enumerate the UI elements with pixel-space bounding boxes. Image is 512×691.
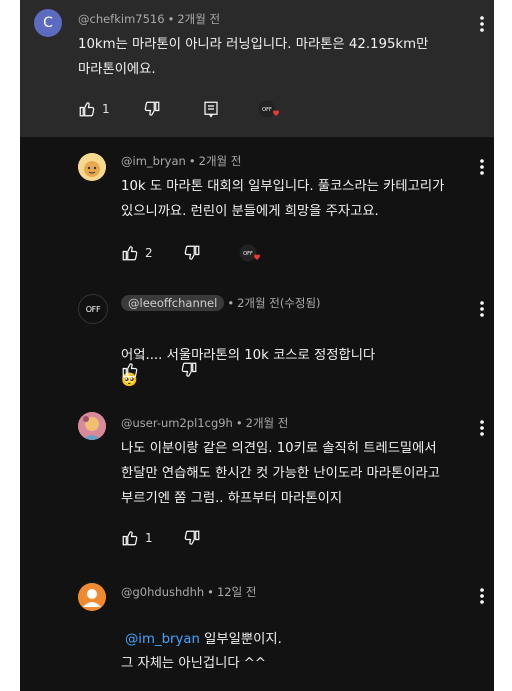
like-count: 1: [102, 102, 110, 116]
thumbs-down-icon: [144, 101, 159, 116]
avatar[interactable]: OFF: [78, 294, 108, 324]
meta-separator: •: [188, 154, 196, 168]
avatar[interactable]: [78, 153, 106, 181]
author-name[interactable]: @g0hdushdhh: [121, 585, 204, 599]
dislike-button[interactable]: [183, 244, 201, 262]
meta-separator: •: [227, 296, 235, 310]
avatar[interactable]: [78, 583, 106, 611]
more-options-button[interactable]: [475, 418, 489, 438]
thumbs-up-icon: [122, 246, 138, 261]
action-bar: 1 OFF: [78, 99, 280, 119]
meta-separator: •: [207, 585, 214, 599]
dislike-button[interactable]: [180, 361, 198, 379]
creator-heart-icon: OFF: [239, 244, 260, 262]
dislike-button[interactable]: [143, 100, 161, 118]
creator-heart-badge: OFF: [258, 100, 280, 118]
reply-comment-icon: [204, 101, 218, 118]
more-vert-icon: [480, 588, 484, 604]
thumbs-down-icon: [184, 530, 199, 545]
more-options-button[interactable]: [475, 299, 489, 319]
comment-meta: @im_bryan • 2개월 전: [121, 153, 241, 169]
comment-line-1: 일부일뿐이지.: [199, 632, 282, 647]
channel-owner-badge[interactable]: @leeoffchannel: [121, 295, 225, 311]
action-bar: 2 OFF: [121, 243, 261, 263]
thumbs-down-icon: [184, 245, 199, 260]
creator-heart-badge: OFF: [239, 244, 261, 262]
comment-meta: @user-um2pl1cg9h • 2개월 전: [121, 415, 288, 431]
action-bar: [121, 360, 198, 380]
comment-line-2: 그 자체는 아닌겁니다 ^^: [121, 656, 267, 671]
creator-heart-icon: OFF: [258, 100, 279, 118]
comment-meta: @chefkim7516 • 2개월 전: [78, 11, 220, 27]
mention-link[interactable]: @im_bryan: [125, 632, 200, 647]
like-button[interactable]: [121, 361, 139, 379]
like-button[interactable]: [121, 529, 139, 547]
more-vert-icon: [480, 301, 484, 317]
like-count: 1: [145, 531, 153, 545]
timestamp[interactable]: 2개월 전: [199, 153, 242, 169]
comment-text: 나도 이분이랑 같은 의견임. 10키로 솔직히 트레드밀에서 한달만 연습해도…: [121, 441, 440, 506]
thumbs-down-icon: [181, 362, 197, 377]
author-name[interactable]: @im_bryan: [121, 154, 186, 168]
more-options-button[interactable]: [475, 14, 489, 34]
default-user-icon: [78, 583, 106, 611]
comment-text: 10k 도 마라톤 대회의 일부입니다. 풀코스라는 카테고리가 있으니까요. …: [121, 179, 445, 219]
svg-text:OFF: OFF: [262, 107, 272, 113]
avatar[interactable]: [78, 412, 106, 440]
comment-text: 어엌.... 서울마라톤의 10k 코스로 정정합니다 🥺: [121, 318, 481, 393]
comments-panel: C @chefkim7516 • 2개월 전 10km는 마라톤이 아니라 러닝…: [20, 0, 494, 691]
author-name[interactable]: @chefkim7516: [78, 12, 165, 26]
svg-text:OFF: OFF: [243, 251, 253, 257]
like-count: 2: [145, 246, 153, 260]
avatar-letter: C: [43, 15, 53, 31]
more-vert-icon: [480, 420, 484, 436]
comment-meta: @leeoffchannel • 2개월 전(수정됨): [121, 295, 321, 311]
avatar-art-icon: [78, 412, 106, 440]
more-vert-icon: [480, 16, 484, 32]
comment-meta: @g0hdushdhh • 12일 전: [121, 584, 256, 600]
more-options-button[interactable]: [475, 157, 489, 177]
more-options-button[interactable]: [475, 586, 489, 606]
comment-text: @im_bryan 일부일뿐이지.: [121, 602, 481, 652]
meta-separator: •: [167, 12, 175, 26]
author-name[interactable]: @user-um2pl1cg9h: [121, 416, 233, 430]
reply-button[interactable]: [202, 100, 220, 118]
action-bar: 1: [121, 528, 201, 548]
like-button[interactable]: [121, 244, 139, 262]
like-button[interactable]: [78, 100, 96, 118]
timestamp[interactable]: 12일 전: [217, 584, 256, 600]
thumbs-up-icon: [79, 102, 95, 117]
avatar[interactable]: C: [34, 9, 62, 37]
timestamp[interactable]: 2개월 전: [246, 415, 289, 431]
more-vert-icon: [480, 159, 484, 175]
meta-separator: •: [235, 416, 243, 430]
dislike-button[interactable]: [183, 529, 201, 547]
comment-text: 10km는 마라톤이 아니라 러닝입니다. 마라톤은 42.195km만 마라톤…: [78, 37, 429, 77]
timestamp[interactable]: 2개월 전(수정됨): [237, 295, 320, 311]
avatar-logo-text: OFF: [85, 304, 101, 314]
avatar-face-icon: [78, 153, 106, 181]
timestamp[interactable]: 2개월 전: [177, 11, 220, 27]
thumbs-up-icon: [122, 531, 138, 546]
thumbs-up-icon: [122, 363, 138, 378]
